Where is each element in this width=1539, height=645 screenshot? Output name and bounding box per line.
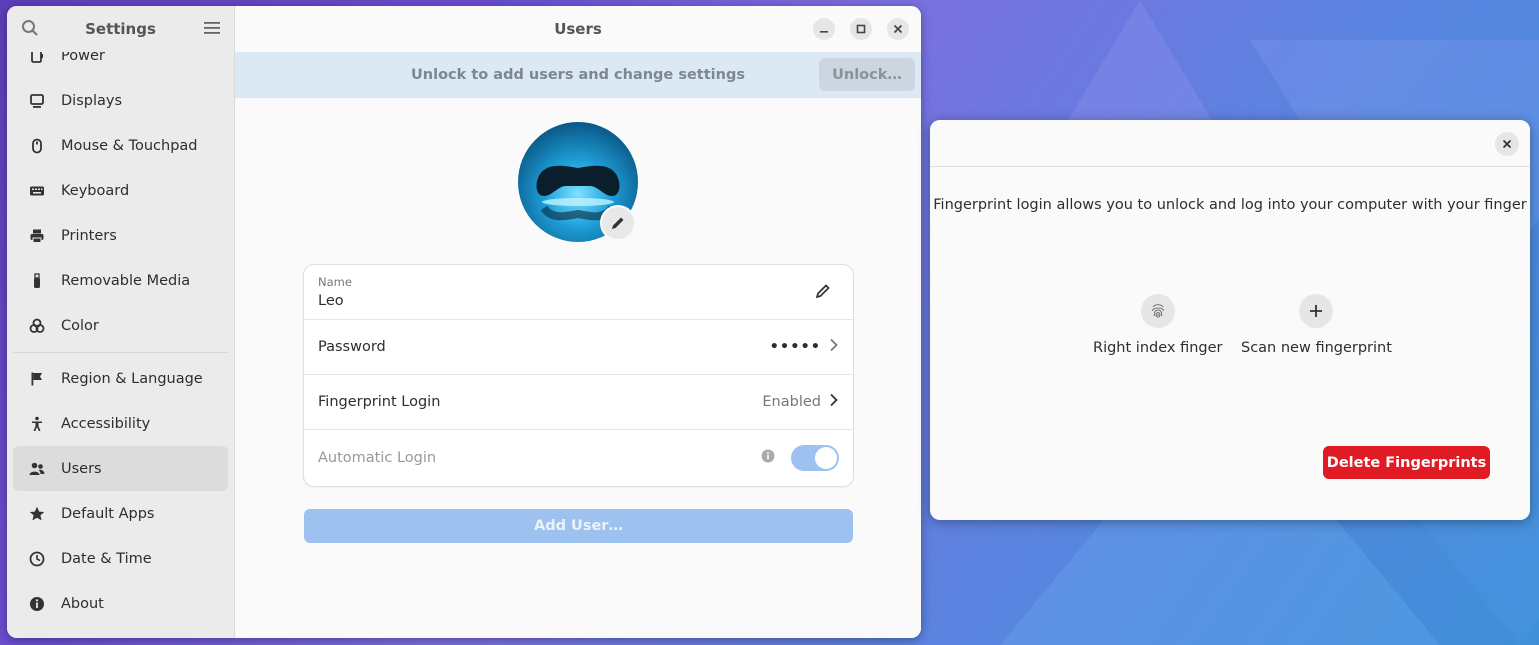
user-details-card: Name Leo Password ••••• Fingerprint Logi… — [304, 265, 853, 486]
sidebar-item-label: Mouse & Touchpad — [61, 137, 198, 154]
mouse-icon — [27, 136, 47, 156]
edit-avatar-button[interactable] — [600, 205, 636, 241]
users-icon — [27, 459, 47, 479]
maximize-button[interactable] — [850, 18, 872, 40]
sidebar-item-label: Region & Language — [61, 370, 203, 387]
sidebar-item-default-apps[interactable]: Default Apps — [13, 491, 228, 536]
sidebar-item-label: Accessibility — [61, 415, 151, 432]
sidebar: Power Displays Mouse & Touchpad Keyboard — [7, 6, 235, 638]
unlock-bar: Unlock to add users and change settings … — [235, 52, 921, 98]
dialog-close-button[interactable] — [1495, 132, 1519, 156]
pencil-icon — [612, 217, 624, 229]
close-icon — [893, 24, 903, 34]
close-button[interactable] — [887, 18, 909, 40]
fingerprint-login-row[interactable]: Fingerprint Login Enabled — [304, 375, 853, 430]
maximize-icon — [856, 24, 866, 34]
name-label: Name — [318, 275, 352, 289]
sidebar-item-label: Keyboard — [61, 182, 130, 199]
sidebar-item-label: Printers — [61, 227, 117, 244]
main-header: Users — [235, 6, 921, 52]
sidebar-separator — [13, 352, 228, 353]
accessibility-icon — [27, 414, 47, 434]
sidebar-item-label: About — [61, 595, 104, 612]
fingerprint-dialog: Fingerprint login allows you to unlock a… — [930, 120, 1530, 520]
password-label: Password — [318, 339, 386, 355]
settings-window: Power Displays Mouse & Touchpad Keyboard — [7, 6, 921, 638]
enrolled-finger-label: Right index finger — [1093, 340, 1223, 356]
sidebar-item-label: Date & Time — [61, 550, 152, 567]
sidebar-item-displays[interactable]: Displays — [13, 78, 228, 123]
chevron-right-icon — [829, 393, 839, 411]
automatic-login-row: Automatic Login — [304, 430, 853, 485]
pencil-icon — [815, 284, 830, 299]
edit-name-button[interactable] — [815, 283, 831, 303]
hamburger-menu-icon[interactable] — [204, 21, 220, 39]
sidebar-item-printers[interactable]: Printers — [13, 213, 228, 258]
sidebar-item-mouse-touchpad[interactable]: Mouse & Touchpad — [13, 123, 228, 168]
printer-icon — [27, 226, 47, 246]
add-user-button[interactable]: Add User… — [304, 509, 853, 543]
name-value: Leo — [318, 293, 344, 309]
sidebar-item-keyboard[interactable]: Keyboard — [13, 168, 228, 213]
sidebar-item-label: Default Apps — [61, 505, 155, 522]
automatic-login-toggle[interactable] — [791, 444, 839, 471]
sidebar-item-color[interactable]: Color — [13, 303, 228, 348]
flag-icon — [27, 369, 47, 389]
enrolled-finger[interactable]: Right index finger — [1093, 294, 1222, 356]
sidebar-item-label: Displays — [61, 92, 123, 109]
chevron-right-icon — [829, 338, 839, 356]
name-row: Name Leo — [304, 265, 853, 320]
search-icon[interactable] — [21, 19, 39, 41]
sidebar-header: Settings — [7, 6, 234, 52]
fingerprint-login-label: Fingerprint Login — [318, 394, 441, 410]
password-value: ••••• — [769, 339, 821, 355]
scan-new-fingerprint-label: Scan new fingerprint — [1241, 340, 1392, 356]
users-panel: Users Unlock to add users and change set… — [235, 6, 921, 638]
sidebar-item-label: Users — [61, 460, 102, 477]
usb-icon — [27, 271, 47, 291]
sidebar-item-users[interactable]: Users — [13, 446, 228, 491]
plus-icon — [1299, 294, 1334, 328]
minimize-icon — [820, 31, 828, 33]
close-icon — [1502, 139, 1512, 149]
clock-icon — [27, 549, 47, 569]
sidebar-item-label: Color — [61, 317, 99, 334]
sidebar-item-accessibility[interactable]: Accessibility — [13, 401, 228, 446]
delete-fingerprints-button[interactable]: Delete Fingerprints — [1323, 446, 1490, 479]
info-icon — [27, 594, 47, 614]
unlock-button[interactable]: Unlock… — [819, 58, 915, 91]
sidebar-list: Power Displays Mouse & Touchpad Keyboard — [7, 33, 234, 626]
sidebar-item-region-language[interactable]: Region & Language — [13, 356, 228, 401]
dialog-header — [930, 120, 1530, 167]
star-icon — [27, 504, 47, 524]
automatic-login-label: Automatic Login — [318, 449, 437, 466]
toggle-knob — [815, 446, 837, 469]
fingerprint-status: Enabled — [762, 394, 821, 410]
page-title: Users — [554, 20, 602, 38]
color-icon — [27, 316, 47, 336]
minimize-button[interactable] — [813, 18, 835, 40]
display-icon — [27, 91, 47, 111]
info-icon[interactable] — [761, 449, 775, 467]
keyboard-icon — [27, 181, 47, 201]
password-row[interactable]: Password ••••• — [304, 320, 853, 375]
scan-new-fingerprint[interactable]: Scan new fingerprint — [1241, 294, 1392, 356]
fingerprint-description: Fingerprint login allows you to unlock a… — [933, 197, 1527, 213]
fingerprint-icon — [1140, 294, 1175, 328]
sidebar-item-label: Removable Media — [61, 272, 191, 289]
sidebar-item-removable-media[interactable]: Removable Media — [13, 258, 228, 303]
sidebar-item-about[interactable]: About — [13, 581, 228, 626]
unlock-message: Unlock to add users and change settings — [411, 67, 745, 83]
sidebar-item-date-time[interactable]: Date & Time — [13, 536, 228, 581]
sidebar-title: Settings — [85, 20, 156, 38]
